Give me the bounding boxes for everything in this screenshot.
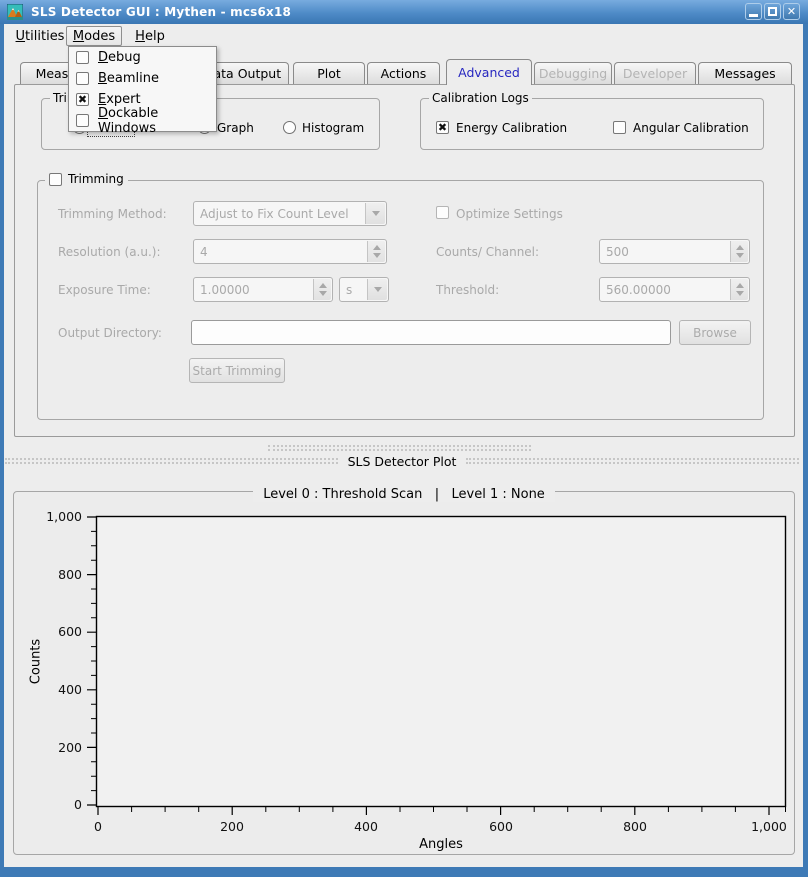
titlebar[interactable]: SLS Detector GUI : Mythen - mcs6x18 ✕ bbox=[0, 0, 808, 24]
plot-axes bbox=[14, 492, 796, 856]
close-icon: ✕ bbox=[787, 6, 796, 17]
dockable-windows-checkbox bbox=[76, 114, 89, 127]
tab-developer: Developer bbox=[614, 62, 696, 84]
app-icon bbox=[7, 4, 23, 20]
splitter-handle[interactable] bbox=[268, 445, 531, 451]
y-tick-label: 200 bbox=[22, 740, 82, 755]
y-tick-label: 800 bbox=[22, 567, 82, 582]
x-tick-label: 1,000 bbox=[739, 819, 799, 834]
dock-texture-right bbox=[466, 458, 799, 464]
y-tick-label: 0 bbox=[22, 797, 82, 812]
close-button[interactable]: ✕ bbox=[783, 3, 800, 20]
x-tick-label: 800 bbox=[605, 819, 665, 834]
menu-utilities[interactable]: Utilities bbox=[14, 26, 66, 46]
maximize-button[interactable] bbox=[764, 3, 781, 20]
dock-texture-left bbox=[5, 458, 338, 464]
y-tick-label: 1,000 bbox=[22, 509, 82, 524]
window-title: SLS Detector GUI : Mythen - mcs6x18 bbox=[31, 5, 291, 19]
tab-debugging: Debugging bbox=[534, 62, 612, 84]
window-content: Utilities Modes Help Measurement Data Ou… bbox=[4, 24, 803, 867]
x-tick-label: 400 bbox=[336, 819, 396, 834]
menu-item-beamline[interactable]: Beamline bbox=[69, 68, 216, 89]
plot-dock-titlebar[interactable]: SLS Detector Plot bbox=[5, 453, 799, 469]
maximize-icon bbox=[768, 7, 777, 16]
plot-group: Level 0 : Threshold Scan | Level 1 : Non… bbox=[13, 491, 795, 855]
expert-checkbox: ✖ bbox=[76, 93, 89, 106]
menu-item-dockable-windows[interactable]: Dockable Windows bbox=[69, 110, 216, 131]
minimize-button[interactable] bbox=[745, 3, 762, 20]
app-window: SLS Detector GUI : Mythen - mcs6x18 ✕ Ut… bbox=[0, 0, 808, 877]
plot-dock-title: SLS Detector Plot bbox=[338, 454, 467, 469]
x-axis-title: Angles bbox=[411, 837, 471, 852]
x-tick-label: 0 bbox=[68, 819, 128, 834]
menu-help[interactable]: Help bbox=[130, 26, 170, 46]
tab-plot[interactable]: Plot bbox=[293, 62, 365, 84]
advanced-tab-pane bbox=[14, 84, 795, 437]
tab-actions[interactable]: Actions bbox=[367, 62, 440, 84]
menu-modes[interactable]: Modes bbox=[66, 26, 122, 46]
minimize-icon bbox=[749, 14, 758, 17]
menu-item-debug[interactable]: Debug bbox=[69, 47, 216, 68]
x-tick-label: 600 bbox=[471, 819, 531, 834]
modes-menu-popup: Debug Beamline ✖ Expert Dockable Windows bbox=[68, 46, 217, 132]
y-axis-title: Counts bbox=[29, 634, 44, 690]
tab-messages[interactable]: Messages bbox=[698, 62, 792, 84]
x-tick-label: 200 bbox=[202, 819, 262, 834]
beamline-checkbox bbox=[76, 72, 89, 85]
tab-advanced[interactable]: Advanced bbox=[446, 59, 532, 85]
debug-checkbox bbox=[76, 51, 89, 64]
